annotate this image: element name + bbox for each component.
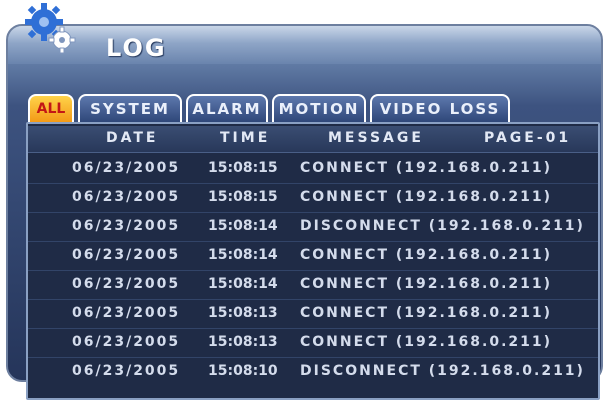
row-message: CONNECT (192.168.0.211) [300,189,553,205]
tab-alarm[interactable]: ALARM [186,94,268,122]
table-row[interactable]: 06/23/2005 15:08:14 CONNECT (192.168.0.2… [28,241,598,271]
title-bar [8,26,601,64]
row-message: CONNECT (192.168.0.211) [300,276,553,292]
tab-system[interactable]: SYSTEM [78,94,182,122]
table-row[interactable]: 06/23/2005 15:08:15 CONNECT (192.168.0.2… [28,154,598,184]
table-row[interactable]: 06/23/2005 15:08:13 CONNECT (192.168.0.2… [28,328,598,358]
row-time: 15:08:14 [208,218,278,234]
log-window: LOG ALL SYSTEM ALARM MOTION VIDEO LOSS D… [6,24,603,400]
row-date: 06/23/2005 [72,363,181,379]
row-time: 15:08:10 [208,363,278,379]
row-time: 15:08:15 [208,189,278,205]
row-message: CONNECT (192.168.0.211) [300,160,553,176]
header-date: DATE [106,130,159,146]
table-row[interactable]: 06/23/2005 15:08:14 CONNECT (192.168.0.2… [28,270,598,300]
row-time: 15:08:13 [208,305,278,321]
tab-all[interactable]: ALL [28,94,74,122]
row-date: 06/23/2005 [72,305,181,321]
row-time: 15:08:13 [208,334,278,350]
table-row[interactable]: 06/23/2005 15:08:10 DISCONNECT (192.168.… [28,357,598,386]
row-date: 06/23/2005 [72,160,181,176]
table-row[interactable]: 06/23/2005 15:08:14 DISCONNECT (192.168.… [28,212,598,242]
row-message: CONNECT (192.168.0.211) [300,334,553,350]
row-date: 06/23/2005 [72,247,181,263]
row-date: 06/23/2005 [72,334,181,350]
table-header: DATE TIME MESSAGE PAGE-01 [28,126,598,153]
row-date: 06/23/2005 [72,189,181,205]
tab-motion[interactable]: MOTION [272,94,366,122]
table-row[interactable]: 06/23/2005 15:08:13 CONNECT (192.168.0.2… [28,299,598,329]
table-row[interactable]: 06/23/2005 15:08:15 CONNECT (192.168.0.2… [28,183,598,213]
tab-bar: ALL SYSTEM ALARM MOTION VIDEO LOSS [28,94,510,122]
header-time: TIME [220,130,271,146]
row-time: 15:08:14 [208,276,278,292]
row-time: 15:08:14 [208,247,278,263]
tab-video-loss[interactable]: VIDEO LOSS [370,94,510,122]
row-message: CONNECT (192.168.0.211) [300,247,553,263]
row-message: DISCONNECT (192.168.0.211) [300,363,585,379]
window-title: LOG [106,34,167,62]
row-message: DISCONNECT (192.168.0.211) [300,218,585,234]
row-date: 06/23/2005 [72,276,181,292]
header-message: MESSAGE [328,130,424,146]
row-time: 15:08:15 [208,160,278,176]
page-indicator[interactable]: PAGE-01 [484,130,571,146]
gear-icon [25,3,76,54]
log-table: DATE TIME MESSAGE PAGE-01 06/23/2005 15:… [26,122,600,400]
row-date: 06/23/2005 [72,218,181,234]
row-message: CONNECT (192.168.0.211) [300,305,553,321]
